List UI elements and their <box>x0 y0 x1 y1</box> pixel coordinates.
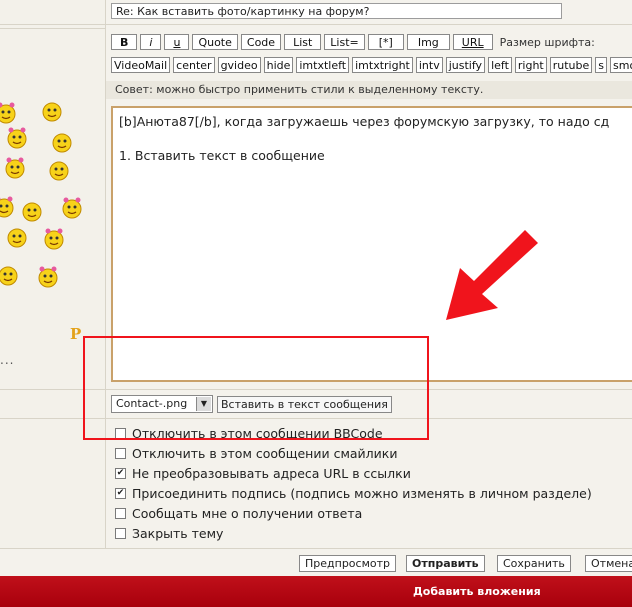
imtxtright-button[interactable]: imtxtright <box>352 57 413 73</box>
option-row[interactable]: Сообщать мне о получении ответа <box>115 506 362 521</box>
option-checkbox[interactable] <box>115 448 126 459</box>
option-label: Не преобразовывать адреса URL в ссылки <box>132 466 411 481</box>
strike-button[interactable]: s <box>595 57 608 73</box>
right-button[interactable]: right <box>514 57 547 73</box>
editor-line: 1. Вставить текст в сообщение <box>119 148 325 163</box>
intv-button[interactable]: intv <box>415 57 443 73</box>
option-checkbox[interactable] <box>115 528 126 539</box>
smiley-icon[interactable] <box>42 227 66 251</box>
bbcode-toolbar: B i u Quote Code List List= [*] Img URL … <box>111 34 595 50</box>
option-row[interactable]: Отключить в этом сообщении смайлики <box>115 446 397 461</box>
left-button[interactable]: left <box>488 57 512 73</box>
url-button[interactable]: URL <box>452 34 493 50</box>
list-item-button[interactable]: [*] <box>367 34 404 50</box>
option-label: Отключить в этом сообщении смайлики <box>132 446 398 461</box>
img-button[interactable]: Img <box>406 34 450 50</box>
more-smilies-link[interactable]: ... <box>0 353 14 367</box>
editor-line: [b]Анюта87[/b], когда загружаешь через ф… <box>119 114 610 129</box>
smiley-icon[interactable] <box>0 263 20 287</box>
option-checkbox[interactable]: ✔ <box>115 488 126 499</box>
p-badge: P <box>70 325 82 343</box>
option-checkbox[interactable]: ✔ <box>115 468 126 479</box>
option-label: Присоединить подпись (подпись можно изме… <box>132 486 592 501</box>
annotation-box <box>83 336 429 440</box>
list-ordered-button[interactable]: List= <box>324 34 365 50</box>
smiley-icon[interactable] <box>0 101 18 125</box>
smiley-icon[interactable] <box>47 158 71 182</box>
hide-button[interactable]: hide <box>263 57 294 73</box>
smiley-icon[interactable] <box>20 199 44 223</box>
save-button[interactable]: Сохранить <box>497 555 571 572</box>
smiley-icon[interactable] <box>36 265 60 289</box>
smiley-icon[interactable] <box>5 126 29 150</box>
quote-button[interactable]: Quote <box>192 34 238 50</box>
videomail-button[interactable]: VideoMail <box>111 57 171 73</box>
rutube-button[interactable]: rutube <box>549 57 593 73</box>
option-label: Сообщать мне о получении ответа <box>132 506 363 521</box>
option-row[interactable]: ✔ Не преобразовывать адреса URL в ссылки <box>115 466 411 481</box>
hint-text: Совет: можно быстро применить стили к вы… <box>106 81 632 99</box>
justify-button[interactable]: justify <box>445 57 486 73</box>
gvideo-button[interactable]: gvideo <box>217 57 261 73</box>
cancel-button[interactable]: Отмена <box>585 555 632 572</box>
smiley-icon[interactable] <box>60 196 84 220</box>
bold-button[interactable]: B <box>111 34 138 50</box>
preview-button[interactable]: Предпросмотр <box>299 555 396 572</box>
smiley-icon[interactable] <box>0 195 16 219</box>
option-row[interactable]: Закрыть тему <box>115 526 223 541</box>
smo-button[interactable]: smo <box>610 57 632 73</box>
smiley-icon[interactable] <box>5 225 29 249</box>
divider <box>0 24 632 25</box>
italic-button[interactable]: i <box>140 34 162 50</box>
list-button[interactable]: List <box>284 34 322 50</box>
font-size-label: Размер шрифта: <box>499 35 595 49</box>
code-button[interactable]: Code <box>240 34 282 50</box>
bbcode-toolbar-extra: VideoMail center gvideo hide imtxtleft i… <box>111 57 632 73</box>
smiley-icon[interactable] <box>3 156 27 180</box>
add-attachments-bar[interactable]: Добавить вложения <box>0 576 632 607</box>
option-checkbox[interactable] <box>115 508 126 519</box>
underline-button[interactable]: u <box>164 34 190 50</box>
subject-input[interactable]: Re: Как вставить фото/картинку на форум? <box>111 3 562 19</box>
option-label: Закрыть тему <box>132 526 224 541</box>
center-button[interactable]: center <box>173 57 215 73</box>
option-row[interactable]: ✔ Присоединить подпись (подпись можно изм… <box>115 486 592 501</box>
imtxtleft-button[interactable]: imtxtleft <box>296 57 350 73</box>
annotation-arrow-icon <box>446 230 538 320</box>
smiley-icon[interactable] <box>40 99 64 123</box>
smiley-icon[interactable] <box>50 130 74 154</box>
divider <box>0 28 105 29</box>
submit-button[interactable]: Отправить <box>406 555 485 572</box>
add-attachments-label: Добавить вложения <box>413 585 541 598</box>
